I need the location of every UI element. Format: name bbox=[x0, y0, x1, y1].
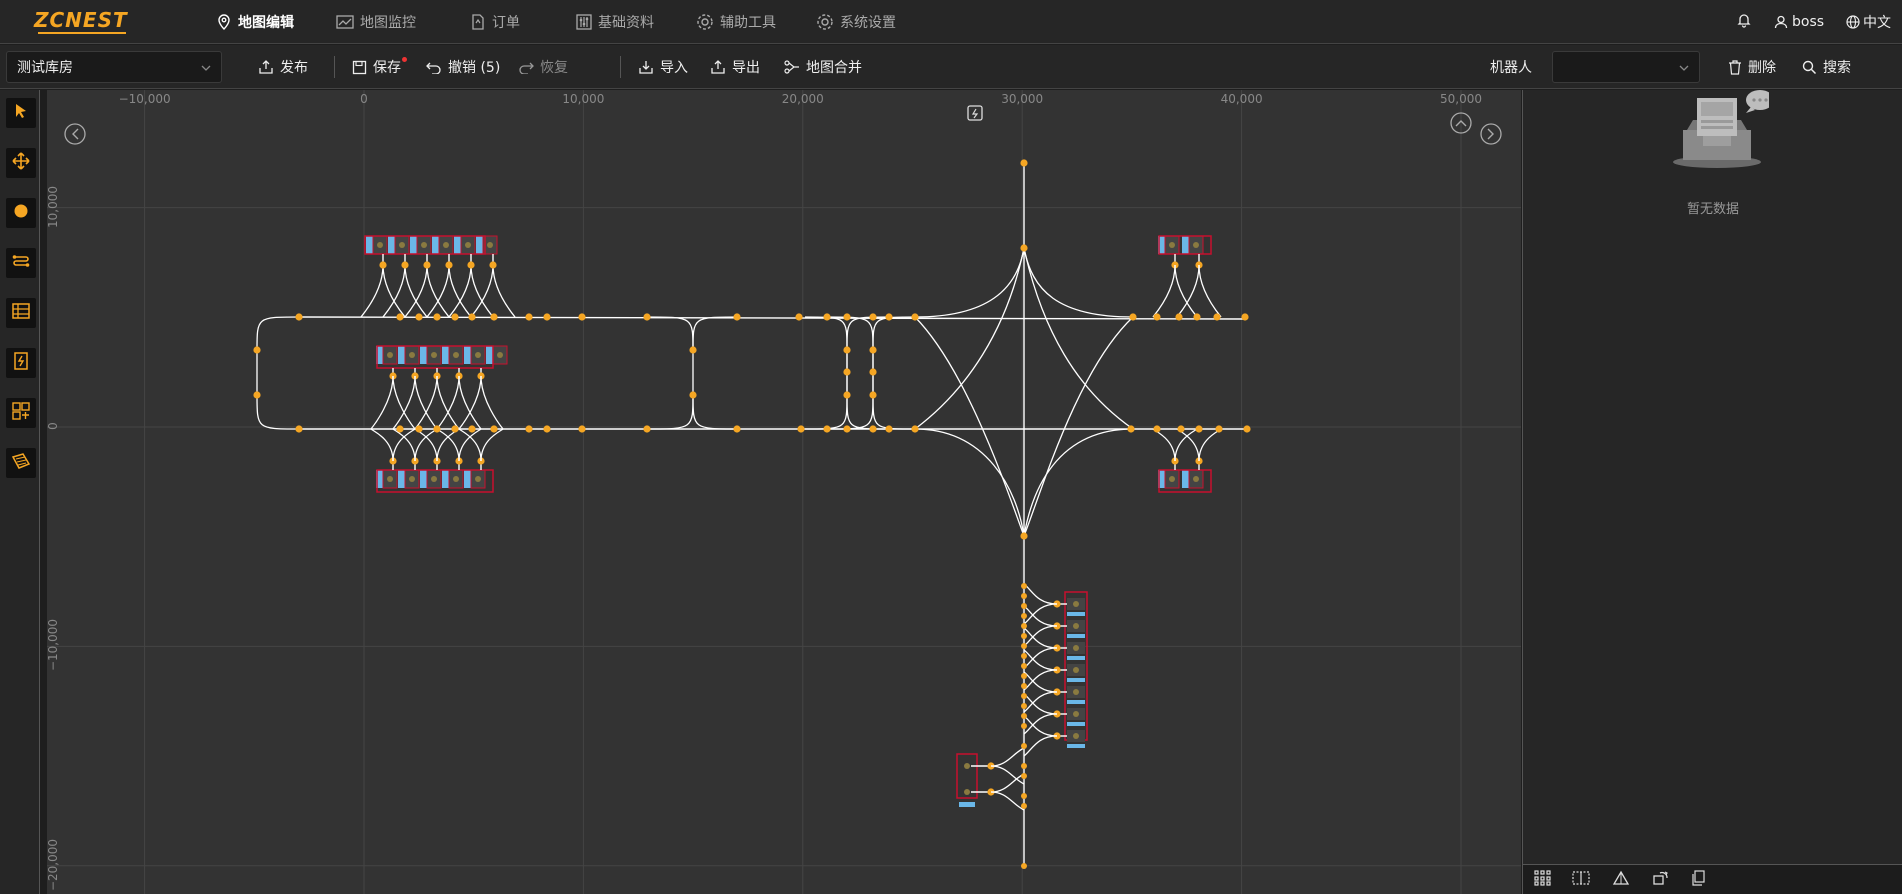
grid-icon bbox=[1534, 870, 1552, 890]
x-tick-label: 30,000 bbox=[1001, 92, 1044, 106]
point-tool[interactable] bbox=[6, 198, 36, 228]
search-button[interactable]: 搜索 bbox=[1802, 45, 1851, 89]
nav-system-settings[interactable]: 系统设置 bbox=[816, 0, 896, 44]
rotate-icon bbox=[1652, 870, 1670, 890]
undo-icon bbox=[426, 60, 442, 74]
x-tick-label: 40,000 bbox=[1220, 92, 1263, 106]
x-tick-label: 20,000 bbox=[781, 92, 824, 106]
polygon-icon bbox=[11, 453, 31, 473]
split-view-button[interactable] bbox=[1571, 871, 1591, 889]
tool-sidebar bbox=[0, 90, 40, 894]
move-icon bbox=[12, 152, 30, 174]
panel-bottom-toolbar bbox=[1523, 864, 1902, 894]
y-tick-label: 0 bbox=[47, 422, 60, 430]
x-tick-label: 50,000 bbox=[1440, 92, 1482, 106]
select-tool[interactable] bbox=[6, 98, 36, 128]
triangle-icon bbox=[1612, 870, 1630, 890]
chevron-down-icon bbox=[1679, 59, 1689, 75]
gear-icon bbox=[816, 13, 834, 31]
user-icon bbox=[1774, 15, 1788, 29]
grid-view-button[interactable] bbox=[1533, 870, 1553, 890]
triangle-tool-button[interactable] bbox=[1611, 870, 1631, 890]
zcnest-logo[interactable]: ZCNEST bbox=[34, 8, 130, 36]
import-icon bbox=[638, 59, 654, 75]
charger-tool[interactable] bbox=[6, 348, 36, 378]
path-icon bbox=[12, 253, 30, 273]
select-arrow-icon bbox=[14, 103, 28, 123]
publish-button[interactable]: 发布 bbox=[258, 45, 308, 89]
search-icon bbox=[1802, 60, 1817, 75]
gear-icon bbox=[696, 13, 714, 31]
export-icon bbox=[710, 59, 726, 75]
robot-label: 机器人 bbox=[1490, 60, 1532, 76]
rotate-button[interactable] bbox=[1651, 871, 1671, 889]
shelf-icon bbox=[12, 303, 30, 323]
save-button[interactable]: 保存 bbox=[352, 45, 407, 89]
nav-base-data[interactable]: 基础资料 bbox=[576, 0, 654, 44]
properties-panel: 暂无数据 bbox=[1522, 90, 1902, 894]
redo-button[interactable]: 恢复 bbox=[518, 45, 568, 89]
map-select[interactable]: 测试库房 bbox=[6, 51, 222, 83]
x-tick-label: 10,000 bbox=[562, 92, 605, 106]
user-menu[interactable]: boss bbox=[1774, 0, 1824, 44]
globe-icon bbox=[1846, 15, 1860, 29]
chevron-down-icon bbox=[201, 59, 211, 75]
x-tick-label: 0 bbox=[360, 92, 368, 106]
y-tick-label: −20,000 bbox=[47, 838, 60, 891]
editor-toolbar: 测试库房 发布 保存 撤销 (5) 恢复 导入 导出 地图合并 机器人 删除 搜… bbox=[0, 45, 1902, 89]
merge-icon bbox=[784, 60, 800, 74]
redo-icon bbox=[518, 60, 534, 74]
split-view-icon bbox=[1572, 870, 1590, 890]
nav-aux-tools[interactable]: 辅助工具 bbox=[696, 0, 776, 44]
area-tool[interactable] bbox=[6, 398, 36, 428]
charger-icon bbox=[14, 352, 28, 374]
language-switch[interactable]: 中文 bbox=[1846, 0, 1891, 44]
trash-icon bbox=[1728, 59, 1742, 75]
copy-button[interactable] bbox=[1689, 870, 1709, 890]
path-tool[interactable] bbox=[6, 248, 36, 278]
nav-map-monitor[interactable]: 地图监控 bbox=[336, 0, 416, 44]
y-tick-label: −10,000 bbox=[47, 619, 60, 672]
polygon-tool[interactable] bbox=[6, 448, 36, 478]
x-tick-label: −10,000 bbox=[118, 92, 171, 106]
delete-button[interactable]: 删除 bbox=[1728, 45, 1776, 89]
chart-icon bbox=[336, 14, 354, 30]
sliders-icon bbox=[576, 14, 592, 30]
nav-orders[interactable]: 订单 bbox=[470, 0, 520, 44]
copy-icon bbox=[1692, 870, 1706, 890]
empty-data-text: 暂无数据 bbox=[1686, 202, 1739, 217]
shelf-tool[interactable] bbox=[6, 298, 36, 328]
import-button[interactable]: 导入 bbox=[638, 45, 688, 89]
location-pin-icon bbox=[216, 14, 232, 30]
empty-data-illustration bbox=[1673, 90, 1774, 178]
map-merge-button[interactable]: 地图合并 bbox=[784, 45, 862, 89]
save-icon bbox=[352, 60, 367, 75]
move-tool[interactable] bbox=[6, 148, 36, 178]
top-navigation-bar: ZCNEST 地图编辑 地图监控 订单 基础资料 辅助工具 系统设置 boss … bbox=[0, 0, 1902, 44]
bell-icon bbox=[1736, 12, 1752, 32]
notification-button[interactable] bbox=[1736, 0, 1752, 44]
upload-icon bbox=[258, 59, 274, 75]
document-icon bbox=[470, 14, 486, 30]
y-tick-label: 10,000 bbox=[47, 185, 60, 228]
nav-map-edit[interactable]: 地图编辑 bbox=[216, 0, 294, 44]
export-button[interactable]: 导出 bbox=[710, 45, 760, 89]
area-icon bbox=[12, 402, 30, 424]
map-canvas[interactable]: −10,000 0 10,000 20,000 30,000 40,000 50,000 1… bbox=[47, 90, 1521, 894]
map-drawing[interactable] bbox=[47, 90, 1521, 894]
robot-select[interactable] bbox=[1552, 51, 1700, 83]
undo-button[interactable]: 撤销 (5) bbox=[426, 45, 500, 89]
unsaved-indicator bbox=[402, 57, 407, 62]
point-icon bbox=[13, 203, 29, 223]
